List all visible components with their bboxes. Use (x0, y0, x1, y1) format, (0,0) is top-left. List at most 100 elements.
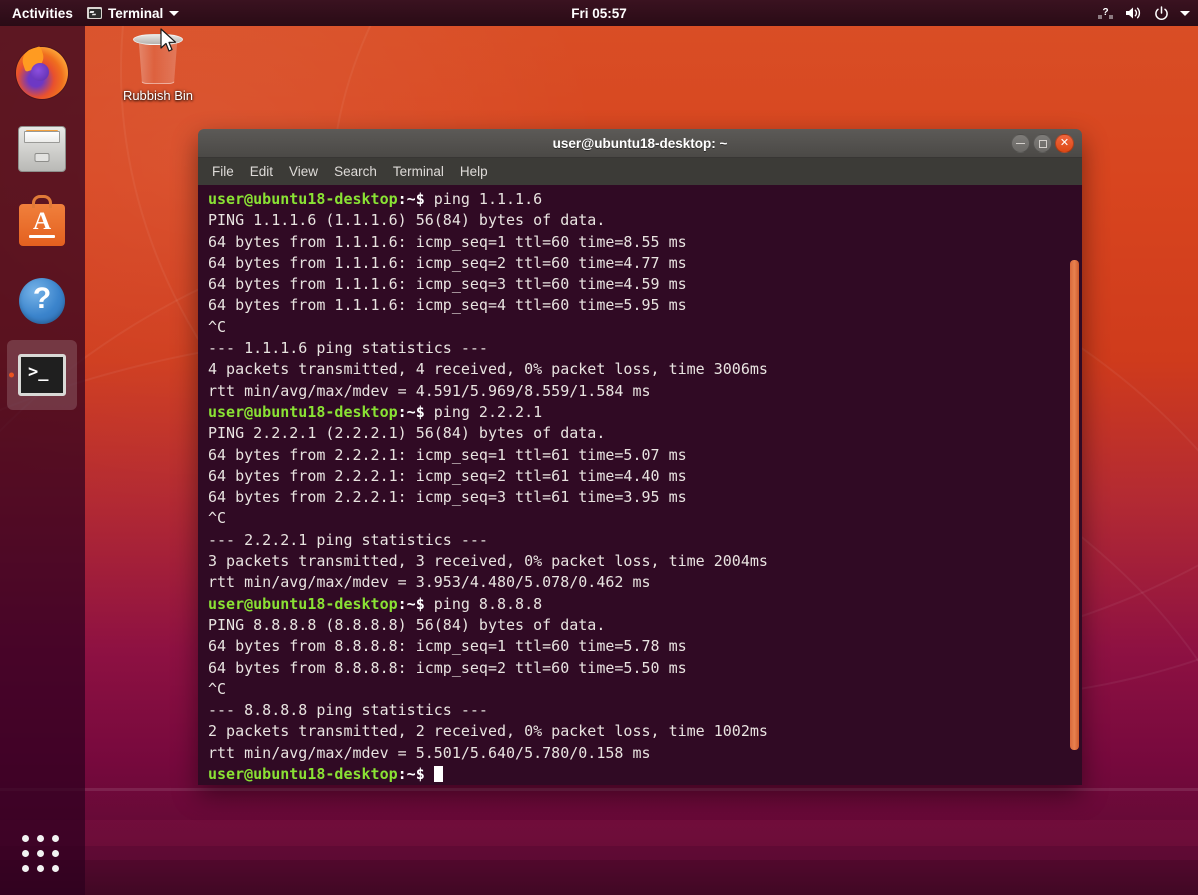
minimize-button[interactable] (1011, 134, 1030, 153)
terminal-prompt-line: user@ubuntu18-desktop:~$ ping 1.1.1.6 (208, 189, 1082, 210)
terminal-output-line: 64 bytes from 2.2.2.1: icmp_seq=3 ttl=61… (208, 487, 1082, 508)
activities-button[interactable]: Activities (12, 6, 73, 21)
close-button[interactable]: ✕ (1055, 134, 1074, 153)
terminal-output-line: ^C (208, 679, 1082, 700)
terminal-output-line: rtt min/avg/max/mdev = 4.591/5.969/8.559… (208, 381, 1082, 402)
terminal-icon (87, 7, 102, 19)
dock-item-software[interactable]: A (7, 190, 77, 260)
menu-item-view[interactable]: View (289, 164, 318, 179)
dock-item-files[interactable] (7, 114, 77, 184)
wallpaper-band-3 (0, 860, 1198, 895)
left-dock: A ? >_ (0, 26, 85, 895)
terminal-output-line: --- 2.2.2.1 ping statistics --- (208, 530, 1082, 551)
apps-grid-dot (37, 850, 44, 857)
terminal-window[interactable]: user@ubuntu18-desktop: ~ ✕ File Edit Vie… (198, 129, 1082, 785)
terminal-output-line: 64 bytes from 2.2.2.1: icmp_seq=2 ttl=61… (208, 466, 1082, 487)
terminal-prompt-line: user@ubuntu18-desktop:~$ (208, 764, 1082, 785)
terminal-output-line: ^C (208, 317, 1082, 338)
prompt-user-host: user@ubuntu18-desktop (208, 595, 398, 613)
apps-grid-dot (52, 835, 59, 842)
apps-grid-dot (22, 850, 29, 857)
terminal-cursor (434, 766, 443, 782)
terminal-output-line: 4 packets transmitted, 4 received, 0% pa… (208, 359, 1082, 380)
rubbish-bin-label: Rubbish Bin (110, 88, 206, 103)
system-menu-caret-icon[interactable] (1180, 11, 1190, 16)
terminal-output-line: PING 8.8.8.8 (8.8.8.8) 56(84) bytes of d… (208, 615, 1082, 636)
app-menu-terminal[interactable]: Terminal (87, 6, 179, 21)
clock[interactable]: Fri 05:57 (0, 6, 1198, 21)
terminal-scrollbar[interactable] (1070, 195, 1079, 755)
software-icon-letter: A (19, 209, 65, 235)
menu-item-search[interactable]: Search (334, 164, 377, 179)
maximize-button[interactable] (1033, 134, 1052, 153)
terminal-output-line: rtt min/avg/max/mdev = 5.501/5.640/5.780… (208, 743, 1082, 764)
apps-grid-dot (52, 850, 59, 857)
apps-grid-dot (22, 865, 29, 872)
help-icon-glyph: ? (19, 282, 65, 316)
terminal-output[interactable]: user@ubuntu18-desktop:~$ ping 1.1.1.6PIN… (208, 189, 1082, 785)
terminal-output-line: 64 bytes from 1.1.1.6: icmp_seq=3 ttl=60… (208, 274, 1082, 295)
prompt-user-host: user@ubuntu18-desktop (208, 190, 398, 208)
menu-item-edit[interactable]: Edit (250, 164, 273, 179)
network-unknown-icon[interactable]: ? (1098, 6, 1114, 20)
window-controls: ✕ (1011, 129, 1074, 158)
terminal-output-line: rtt min/avg/max/mdev = 3.953/4.480/5.078… (208, 572, 1082, 593)
terminal-output-line: 64 bytes from 2.2.2.1: icmp_seq=1 ttl=61… (208, 445, 1082, 466)
terminal-output-line: PING 1.1.1.6 (1.1.1.6) 56(84) bytes of d… (208, 210, 1082, 231)
prompt-user-host: user@ubuntu18-desktop (208, 403, 398, 421)
wallpaper-band-2 (0, 820, 1198, 846)
terminal-menubar: File Edit View Search Terminal Help (198, 158, 1082, 185)
running-indicator-dot (9, 373, 14, 378)
terminal-output-line: PING 2.2.2.1 (2.2.2.1) 56(84) bytes of d… (208, 423, 1082, 444)
terminal-output-line: 2 packets transmitted, 2 received, 0% pa… (208, 721, 1082, 742)
terminal-prompt-line: user@ubuntu18-desktop:~$ ping 2.2.2.1 (208, 402, 1082, 423)
wallpaper-band-1 (0, 788, 1198, 791)
ubuntu-software-icon: A (19, 204, 65, 246)
dock-item-help[interactable]: ? (7, 266, 77, 336)
prompt-path: :~$ (398, 595, 425, 613)
prompt-path: :~$ (398, 765, 425, 783)
system-indicators[interactable]: ? (1098, 6, 1190, 21)
mouse-cursor-icon (160, 28, 178, 59)
window-title: user@ubuntu18-desktop: ~ (553, 136, 728, 151)
prompt-path: :~$ (398, 403, 425, 421)
app-menu-label: Terminal (108, 6, 163, 21)
terminal-output-line: ^C (208, 508, 1082, 529)
dock-item-firefox[interactable] (7, 38, 77, 108)
apps-grid-dot (37, 835, 44, 842)
terminal-body[interactable]: user@ubuntu18-desktop:~$ ping 1.1.1.6PIN… (198, 185, 1082, 785)
chevron-down-icon (169, 11, 179, 16)
terminal-output-line: --- 1.1.1.6 ping statistics --- (208, 338, 1082, 359)
terminal-output-line: 64 bytes from 8.8.8.8: icmp_seq=1 ttl=60… (208, 636, 1082, 657)
prompt-user-host: user@ubuntu18-desktop (208, 765, 398, 783)
volume-icon[interactable] (1125, 6, 1143, 20)
terminal-command (425, 765, 434, 783)
dock-item-terminal[interactable]: >_ (7, 340, 77, 410)
menu-item-help[interactable]: Help (460, 164, 488, 179)
scrollbar-thumb[interactable] (1070, 260, 1079, 750)
apps-grid-dot (37, 865, 44, 872)
top-bar: Activities Terminal Fri 05:57 ? (0, 0, 1198, 26)
help-icon: ? (19, 278, 65, 324)
terminal-output-line: 64 bytes from 8.8.8.8: icmp_seq=2 ttl=60… (208, 658, 1082, 679)
files-icon (18, 126, 66, 172)
show-applications-button[interactable] (22, 835, 62, 875)
terminal-output-line: 64 bytes from 1.1.1.6: icmp_seq=4 ttl=60… (208, 295, 1082, 316)
apps-grid-dot (22, 835, 29, 842)
desktop-icon-rubbish-bin[interactable]: Rubbish Bin (110, 32, 206, 103)
terminal-command: ping 8.8.8.8 (425, 595, 542, 613)
terminal-output-line: 64 bytes from 1.1.1.6: icmp_seq=1 ttl=60… (208, 232, 1082, 253)
svg-text:?: ? (1102, 7, 1108, 18)
prompt-path: :~$ (398, 190, 425, 208)
terminal-output-line: 64 bytes from 1.1.1.6: icmp_seq=2 ttl=60… (208, 253, 1082, 274)
terminal-command: ping 2.2.2.1 (425, 403, 542, 421)
power-icon[interactable] (1154, 6, 1169, 21)
terminal-icon: >_ (18, 354, 66, 396)
menu-item-terminal[interactable]: Terminal (393, 164, 444, 179)
menu-item-file[interactable]: File (212, 164, 234, 179)
firefox-icon (16, 47, 68, 99)
apps-grid-dot (52, 865, 59, 872)
terminal-output-line: --- 8.8.8.8 ping statistics --- (208, 700, 1082, 721)
terminal-icon-glyph: >_ (28, 364, 48, 381)
window-titlebar[interactable]: user@ubuntu18-desktop: ~ ✕ (198, 129, 1082, 158)
